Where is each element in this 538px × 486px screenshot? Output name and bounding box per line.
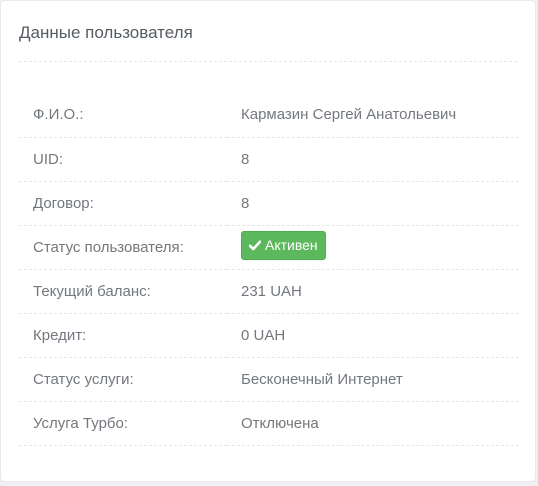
row-value-credit: 0 UAH — [227, 313, 519, 358]
row-value-turbo: Отключена — [227, 401, 519, 446]
row-label-user-status: Статус пользователя: — [19, 225, 227, 270]
table-row: Статус услуги: Бесконечный Интернет — [19, 357, 519, 402]
table-row: Текущий баланс: 231 UAH — [19, 269, 519, 314]
table-row: Ф.И.О.: Кармазин Сергей Анатольевич — [19, 93, 519, 138]
table-row: Услуга Турбо: Отключена — [19, 401, 519, 446]
row-label-full-name: Ф.И.О.: — [19, 93, 227, 138]
user-data-panel: Данные пользователя Ф.И.О.: Кармазин Сер… — [0, 0, 536, 482]
status-badge-label: Активен — [265, 236, 318, 253]
title-divider — [19, 61, 517, 62]
row-label-service-status: Статус услуги: — [19, 357, 227, 402]
check-icon — [248, 237, 262, 255]
row-label-balance: Текущий баланс: — [19, 269, 227, 314]
row-value-balance: 231 UAH — [227, 269, 519, 314]
status-badge: Активен — [241, 230, 326, 260]
table-row: Договор: 8 — [19, 181, 519, 226]
row-label-contract: Договор: — [19, 181, 227, 226]
row-value-user-status: Активен — [227, 225, 519, 270]
user-info-table: Ф.И.О.: Кармазин Сергей Анатольевич UID:… — [19, 93, 519, 446]
table-row: UID: 8 — [19, 137, 519, 182]
row-label-turbo: Услуга Турбо: — [19, 401, 227, 446]
panel-title: Данные пользователя — [19, 23, 193, 42]
row-value-service-status: Бесконечный Интернет — [227, 357, 519, 402]
table-row: Статус пользователя: Активен — [19, 225, 519, 270]
row-value-contract: 8 — [227, 181, 519, 226]
row-label-uid: UID: — [19, 137, 227, 182]
table-row: Кредит: 0 UAH — [19, 313, 519, 358]
row-value-uid: 8 — [227, 137, 519, 182]
row-value-full-name: Кармазин Сергей Анатольевич — [227, 93, 519, 138]
row-label-credit: Кредит: — [19, 313, 227, 358]
